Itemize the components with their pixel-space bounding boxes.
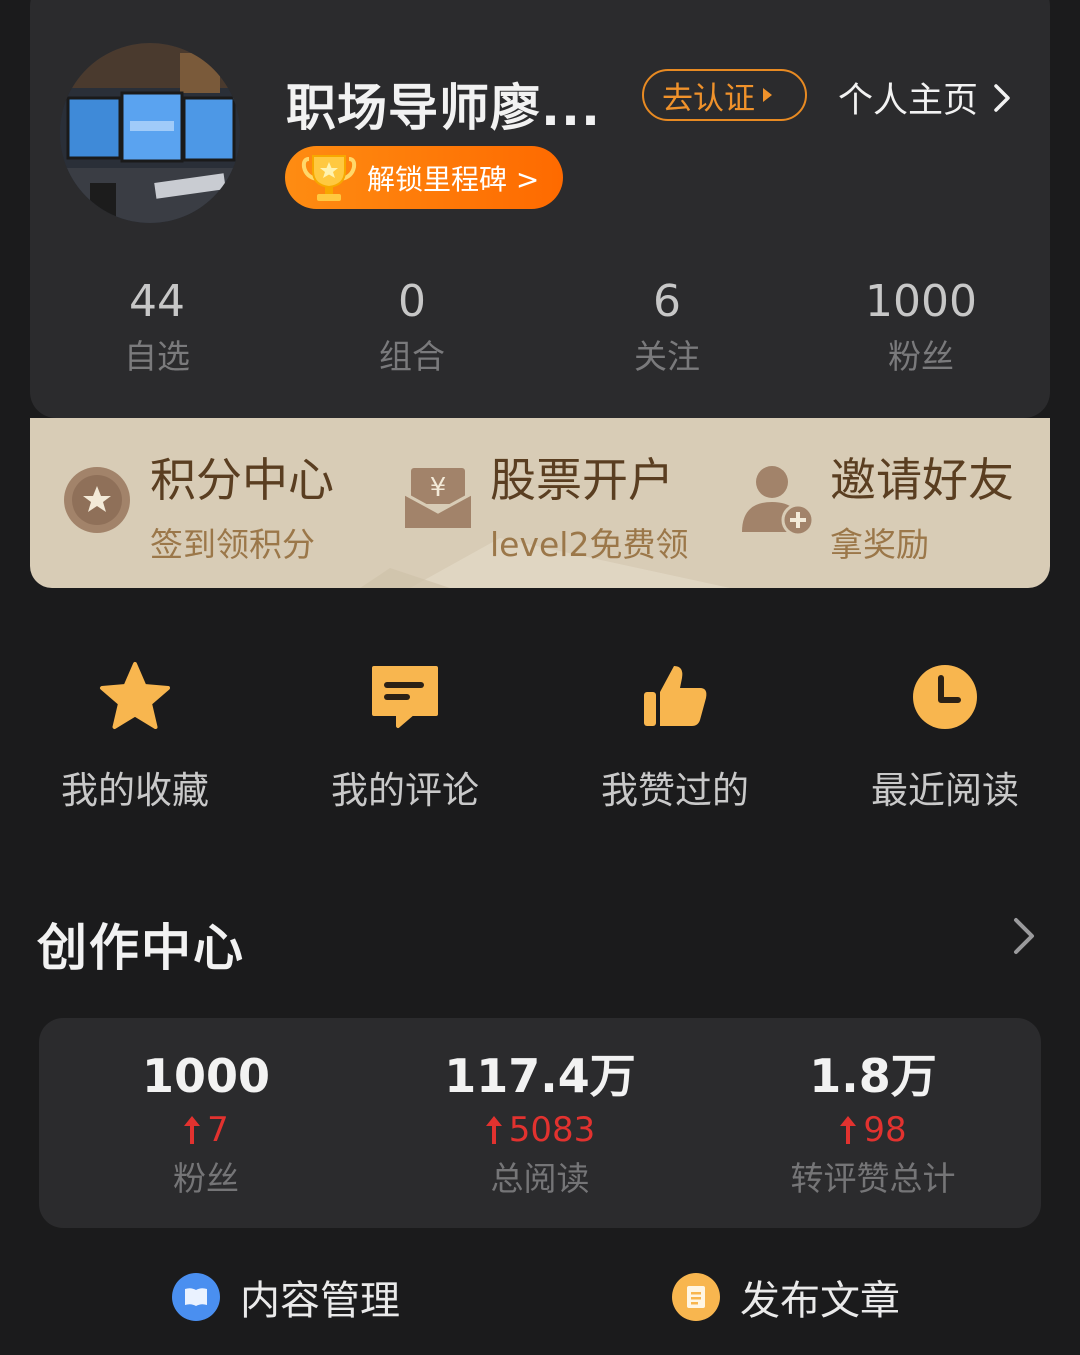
stat-label: 组合 (379, 337, 445, 376)
homepage-label: 个人主页 (838, 81, 979, 121)
benefit-invite-friends[interactable]: 邀请好友 拿奖励 (710, 418, 1050, 588)
profile-stats: 44 自选 0 组合 6 关注 1000 粉丝 (30, 272, 1050, 402)
quick-action-favorites[interactable]: 我的收藏 (25, 660, 245, 814)
homepage-link[interactable]: 个人主页 (838, 72, 1012, 123)
stat-value: 6 (653, 276, 681, 327)
stat-value: 0 (398, 276, 426, 327)
benefit-stock-account[interactable]: ¥ 股票开户 level2免费领 (370, 418, 710, 588)
delta-value: 7 (207, 1110, 229, 1150)
delta-value: 5083 (508, 1110, 596, 1150)
stat-label: 自选 (124, 337, 190, 376)
stat-label: 粉丝 (888, 337, 954, 376)
star-icon (100, 662, 170, 729)
bottom-action-label: 发布文章 (740, 1278, 900, 1324)
trophy-icon (301, 154, 357, 201)
creator-stat-label: 转评赞总计 (790, 1159, 956, 1198)
stat-label: 关注 (634, 337, 700, 376)
chevron-right-icon (994, 83, 1010, 112)
creator-stat-delta: 5083 (390, 1104, 690, 1156)
benefit-points-center[interactable]: 积分中心 签到领积分 (30, 418, 370, 588)
quick-actions: 我的收藏 我的评论 我赞过的 最近阅读 (0, 660, 1080, 820)
quick-action-comments[interactable]: 我的评论 (295, 660, 515, 814)
verify-button[interactable]: 去认证 (642, 69, 807, 121)
creator-stat-value: 1.8万 (809, 1049, 937, 1103)
creator-stat-label: 总阅读 (490, 1159, 590, 1198)
benefit-title: 股票开户 (490, 453, 674, 507)
quick-action-recent-reads[interactable]: 最近阅读 (835, 660, 1055, 814)
comment-icon (372, 666, 438, 728)
quick-action-liked[interactable]: 我赞过的 (565, 660, 785, 814)
benefit-subtitle: 拿奖励 (830, 525, 929, 564)
star-badge-icon (64, 467, 130, 533)
avatar-image (60, 43, 240, 223)
arrow-up-icon (485, 1116, 502, 1144)
benefit-subtitle: level2免费领 (490, 525, 689, 564)
bottom-action-label: 内容管理 (240, 1278, 400, 1324)
publish-article-icon (672, 1273, 720, 1321)
creator-stat-value: 117.4万 (444, 1049, 636, 1103)
benefits-banner: 积分中心 签到领积分 ¥ 股票开户 level2免费领 邀请好友 拿奖励 (30, 418, 1050, 588)
stat-watchlist[interactable]: 44 自选 (57, 272, 257, 382)
creator-center-title: 创作中心 (37, 919, 245, 977)
yen-box-icon: ¥ (404, 468, 472, 528)
benefit-title: 积分中心 (150, 453, 334, 507)
creator-stats-card: 1000 7 粉丝 117.4万 5083 总阅读 1.8万 98 转评赞总计 (39, 1018, 1041, 1228)
quick-action-label: 我赞过的 (601, 769, 749, 812)
benefit-title: 邀请好友 (830, 453, 1014, 507)
play-arrow-icon (763, 88, 772, 102)
add-user-icon (742, 466, 815, 537)
unlock-milestone-button[interactable]: 解锁里程碑 > (285, 146, 563, 209)
user-name: 职场导师廖... (286, 79, 601, 137)
creator-stat-delta: 98 (723, 1104, 1023, 1156)
creator-stat-fans[interactable]: 1000 7 粉丝 (56, 1048, 356, 1202)
thumbs-up-icon (644, 666, 707, 726)
creator-stat-label: 粉丝 (173, 1159, 239, 1198)
quick-action-label: 我的收藏 (61, 769, 209, 812)
creator-stat-engagement[interactable]: 1.8万 98 转评赞总计 (723, 1048, 1023, 1202)
chevron-right-icon[interactable] (1010, 916, 1038, 956)
stat-value: 44 (129, 276, 185, 327)
content-manage-button[interactable]: 内容管理 (172, 1268, 400, 1326)
creator-stat-total-reads[interactable]: 117.4万 5083 总阅读 (390, 1048, 690, 1202)
quick-action-label: 最近阅读 (871, 769, 1019, 812)
milestone-label: 解锁里程碑 > (367, 162, 540, 196)
delta-value: 98 (863, 1110, 907, 1150)
verify-label: 去认证 (662, 80, 755, 117)
creator-stat-delta: 7 (56, 1104, 356, 1156)
stat-portfolio[interactable]: 0 组合 (312, 272, 512, 382)
arrow-up-icon (184, 1116, 201, 1144)
stat-followers[interactable]: 1000 粉丝 (821, 272, 1021, 382)
svg-text:¥: ¥ (430, 473, 447, 503)
stat-value: 1000 (865, 276, 977, 327)
content-manage-icon (172, 1273, 220, 1321)
publish-article-button[interactable]: 发布文章 (672, 1268, 900, 1326)
benefit-subtitle: 签到领积分 (150, 525, 315, 564)
clock-icon (913, 665, 977, 729)
arrow-up-icon (840, 1116, 857, 1144)
quick-action-label: 我的评论 (331, 769, 479, 812)
stat-following[interactable]: 6 关注 (567, 272, 767, 382)
creator-stat-value: 1000 (141, 1049, 271, 1103)
avatar[interactable] (60, 43, 240, 223)
